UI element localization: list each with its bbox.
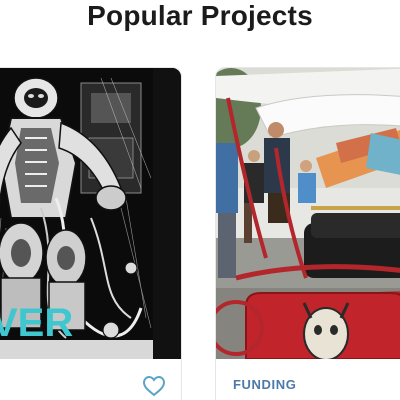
category-label: FUNDING bbox=[233, 377, 297, 392]
comic-title-text: VER bbox=[0, 301, 73, 345]
project-card-comic[interactable]: VER bbox=[0, 67, 182, 400]
comic-artwork: VER bbox=[0, 68, 181, 359]
project-image-bike[interactable] bbox=[216, 68, 400, 359]
heart-outline-icon[interactable] bbox=[142, 375, 166, 397]
project-card-funding[interactable]: FUNDING bbox=[215, 67, 400, 400]
project-card-footer: FUNDING bbox=[216, 359, 400, 400]
project-image-comic[interactable]: VER bbox=[0, 68, 181, 359]
festival-photo bbox=[216, 68, 400, 359]
section-title: Popular Projects bbox=[87, 0, 313, 31]
